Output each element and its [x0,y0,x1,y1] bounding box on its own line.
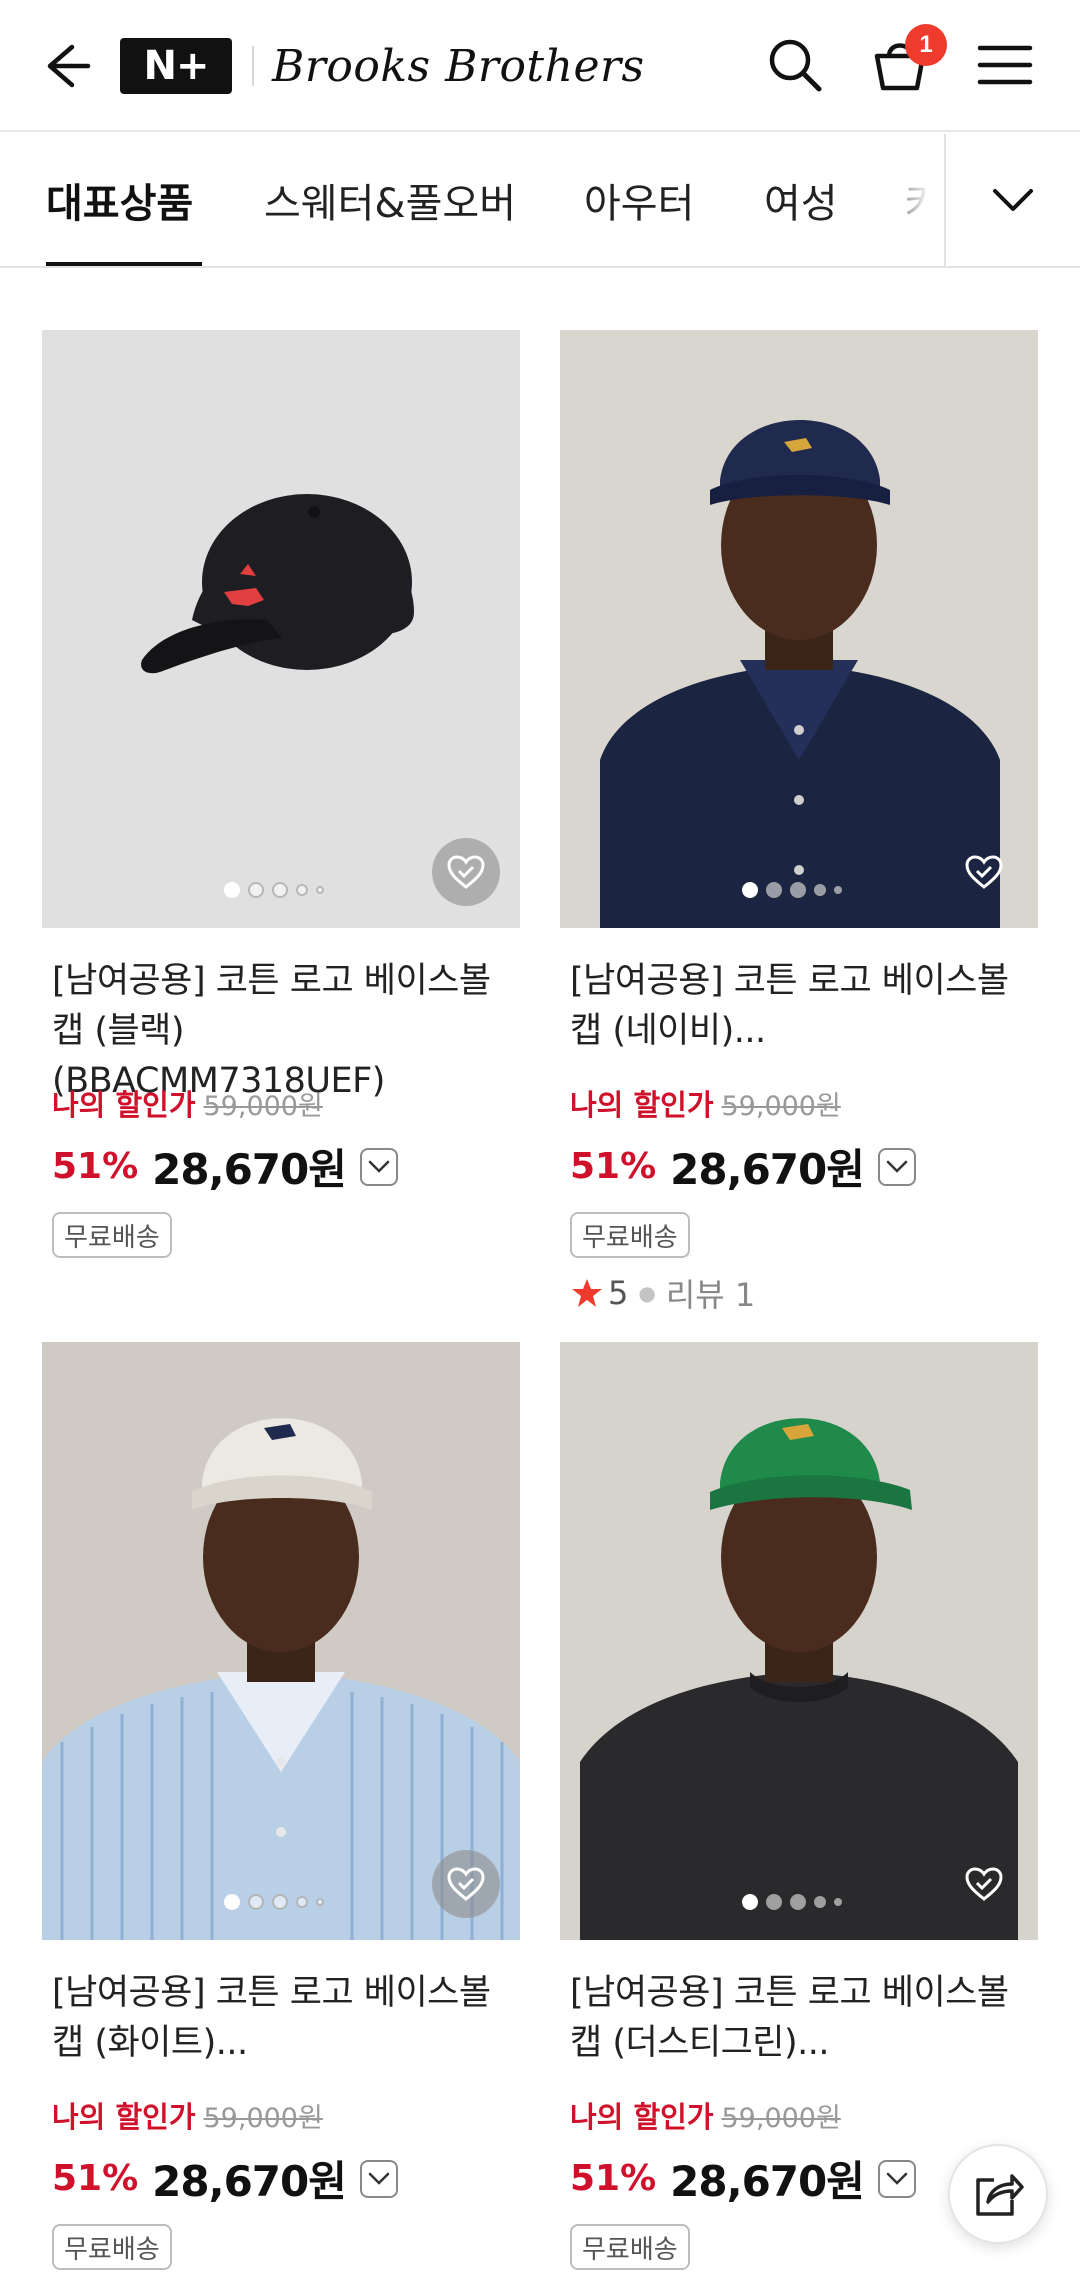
my-sale-label: 나의 할인가 [52,2100,196,2134]
price-row: 51% 28,670원 [52,2148,398,2209]
product-image[interactable] [42,1342,520,1940]
pager-dot[interactable] [814,884,826,896]
product-image[interactable] [560,1342,1038,1940]
review-count: 리뷰 1 [665,1276,756,1314]
tab-women[interactable]: 여성 [764,134,838,266]
cart-count-badge: 1 [905,24,947,66]
pager-dot[interactable] [296,1896,308,1908]
chevron-down-icon [368,1160,390,1173]
pager-dot[interactable] [224,882,240,898]
sale-label-row: 나의 할인가 59,000원 [570,2094,841,2136]
price-detail-toggle[interactable] [359,1147,398,1186]
wishlist-button[interactable] [950,1850,1018,1918]
price-row: 51% 28,670원 [570,1136,916,1197]
sale-price: 28,670원 [152,1145,347,1194]
image-pagination [224,1894,324,1910]
my-sale-label: 나의 할인가 [570,2100,714,2134]
pager-dot[interactable] [272,1894,288,1910]
wishlist-button[interactable] [432,1850,500,1918]
pager-dot[interactable] [766,882,782,898]
search-icon[interactable] [760,30,830,100]
pager-dot[interactable] [248,1894,264,1910]
pager-dot[interactable] [814,1896,826,1908]
wishlist-button[interactable] [950,838,1018,906]
pager-dot[interactable] [296,884,308,896]
discount-rate: 51% [52,2158,139,2199]
image-pagination [742,1894,842,1910]
top-header: N+ Brooks Brothers 1 [0,0,1080,132]
back-arrow-icon[interactable] [30,36,100,96]
product-title[interactable]: [남여공용] 코튼 로고 베이스볼 캡 (화이트)... [52,1968,514,2068]
my-sale-label: 나의 할인가 [570,1088,714,1122]
sale-price: 28,670원 [670,2157,865,2206]
heart-check-icon [447,855,485,889]
price-detail-toggle[interactable] [359,2159,398,2198]
pager-dot[interactable] [834,1898,842,1906]
sale-label-row: 나의 할인가 59,000원 [52,1082,323,1124]
sale-price: 28,670원 [670,1145,865,1194]
chevron-down-icon [886,1160,908,1173]
tabs-fade [870,134,946,266]
wishlist-button[interactable] [432,838,500,906]
tab-sweaters[interactable]: 스웨터&풀오버 [264,134,516,266]
sale-label-row: 나의 할인가 59,000원 [570,1082,841,1124]
discount-rate: 51% [570,1146,657,1187]
image-pagination [742,882,842,898]
chevron-down-icon [886,2172,908,2185]
free-shipping-badge: 무료배송 [570,1212,690,1258]
heart-check-icon [447,1867,485,1901]
pager-dot[interactable] [766,1894,782,1910]
pager-dot[interactable] [790,882,806,898]
rating-score: 5 [608,1274,629,1312]
tab-outerwear[interactable]: 아우터 [584,134,694,266]
original-price: 59,000원 [203,1090,323,1122]
product-title[interactable]: [남여공용] 코튼 로고 베이스볼 캡 (네이비)... [570,956,1032,1056]
share-button[interactable] [948,2144,1048,2244]
original-price: 59,000원 [203,2102,323,2134]
my-sale-label: 나의 할인가 [52,1088,196,1122]
heart-check-icon [965,1867,1003,1901]
price-row: 51% 28,670원 [570,2148,916,2209]
star-icon [572,1279,602,1307]
chevron-down-icon [368,2172,390,2185]
free-shipping-badge: 무료배송 [52,1212,172,1258]
share-icon [976,2174,1024,2216]
chevron-down-icon [993,189,1033,211]
pager-dot[interactable] [790,1894,806,1910]
pager-dot[interactable] [742,1894,758,1910]
original-price: 59,000원 [721,2102,841,2134]
hamburger-menu-icon[interactable] [970,30,1040,100]
rating-row[interactable]: 5 ● 리뷰 1 [570,1270,755,1316]
free-shipping-badge: 무료배송 [52,2224,172,2270]
pager-dot[interactable] [248,882,264,898]
sale-label-row: 나의 할인가 59,000원 [52,2094,323,2136]
brand-logo[interactable]: Brooks Brothers [272,28,645,104]
price-detail-toggle[interactable] [877,2159,916,2198]
active-tab-indicator [46,262,202,266]
pager-dot[interactable] [224,1894,240,1910]
free-shipping-badge: 무료배송 [570,2224,690,2270]
pager-dot[interactable] [316,1898,324,1906]
pager-dot[interactable] [272,882,288,898]
product-image[interactable] [560,330,1038,928]
pager-dot[interactable] [742,882,758,898]
naver-plus-logo[interactable]: N+ [120,38,232,94]
discount-rate: 51% [570,2158,657,2199]
discount-rate: 51% [52,1146,139,1187]
image-pagination [224,882,324,898]
price-detail-toggle[interactable] [877,1147,916,1186]
sale-price: 28,670원 [152,2157,347,2206]
pager-dot[interactable] [834,886,842,894]
original-price: 59,000원 [721,1090,841,1122]
tab-featured[interactable]: 대표상품 [46,134,193,266]
product-title[interactable]: [남여공용] 코튼 로고 베이스볼 캡 (더스티그린)... [570,1968,1032,2068]
rating-separator: ● [638,1281,656,1305]
tabs-expand-button[interactable] [944,134,1080,266]
logo-divider [252,46,254,86]
pager-dot[interactable] [316,886,324,894]
price-row: 51% 28,670원 [52,1136,398,1197]
product-image[interactable] [42,330,520,928]
heart-check-icon [965,855,1003,889]
